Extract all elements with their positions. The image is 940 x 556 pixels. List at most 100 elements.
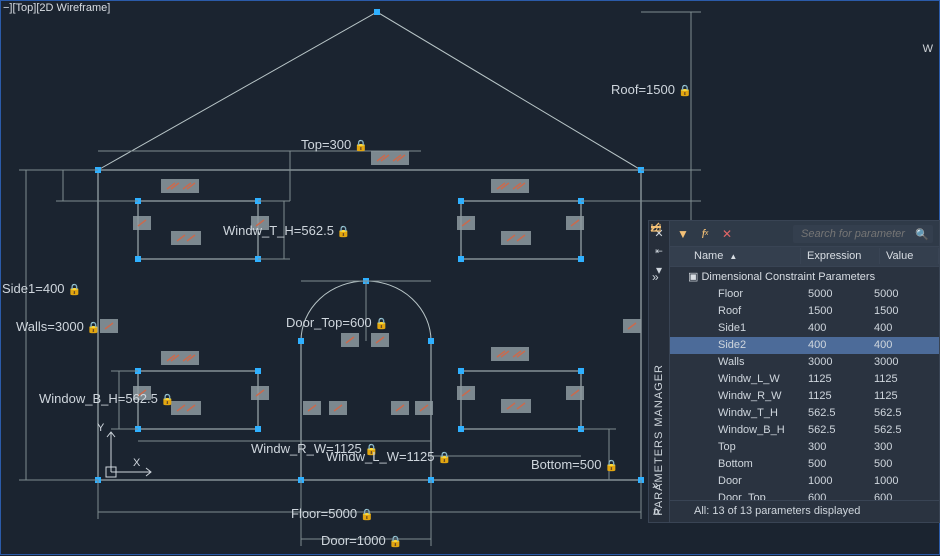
window-top-right	[461, 201, 581, 259]
search-box[interactable]: 🔍	[793, 225, 933, 243]
param-row-bottom[interactable]: Bottom500500	[670, 456, 939, 473]
param-row-door_top[interactable]: Door_Top600600	[670, 490, 939, 500]
param-value: 300	[874, 441, 939, 453]
param-expr: 562.5	[808, 407, 874, 419]
search-input[interactable]	[799, 227, 915, 241]
col-expression[interactable]: Expression	[801, 248, 880, 264]
dim-side1[interactable]: Side1=400🔒	[2, 281, 81, 296]
filter-icon[interactable]: ▼	[676, 227, 690, 241]
parameter-rows: Floor50005000Roof15001500Side1400400Side…	[670, 286, 939, 500]
param-expr: 562.5	[808, 424, 874, 436]
param-icon	[700, 441, 714, 453]
panel-status: All: 13 of 13 parameters displayed	[670, 500, 939, 522]
dim-win-bh[interactable]: Window_B_H=562.5🔒	[39, 391, 175, 406]
param-name: Floor	[718, 288, 808, 300]
col-name[interactable]: Name	[694, 250, 723, 262]
dim-door[interactable]: Door=1000🔒	[321, 533, 402, 548]
param-expr: 300	[808, 441, 874, 453]
param-icon	[700, 322, 714, 334]
param-name: Roof	[718, 305, 808, 317]
delete-icon[interactable]: ✕	[720, 227, 734, 241]
param-value: 400	[874, 322, 939, 334]
param-row-window_b_h[interactable]: Window_B_H562.5562.5	[670, 422, 939, 439]
dim-win-th[interactable]: Windw_T_H=562.5🔒	[223, 223, 351, 238]
param-value: 1125	[874, 373, 939, 385]
param-name: Door_Top	[718, 492, 808, 500]
param-value: 1125	[874, 390, 939, 402]
param-value: 500	[874, 458, 939, 470]
param-row-roof[interactable]: Roof15001500	[670, 303, 939, 320]
param-name: Windw_R_W	[718, 390, 808, 402]
svg-text:X: X	[133, 457, 141, 469]
dim-walls[interactable]: Walls=3000🔒	[16, 319, 101, 334]
param-row-side2[interactable]: Side2400400	[670, 337, 939, 354]
param-icon	[700, 424, 714, 436]
dim-bottom[interactable]: Bottom=500🔒	[531, 457, 618, 472]
pin-icon[interactable]: ⇤	[655, 246, 663, 257]
param-expr: 500	[808, 458, 874, 470]
drawing-viewport[interactable]: −][Top][2D Wireframe] W	[0, 0, 940, 555]
param-value: 3000	[874, 356, 939, 368]
dim-door-top[interactable]: Door_Top=600🔒	[286, 315, 388, 330]
param-value: 5000	[874, 288, 939, 300]
param-expr: 400	[808, 322, 874, 334]
expand-bottom-icon[interactable]: »	[652, 478, 659, 492]
param-icon	[700, 305, 714, 317]
dim-top[interactable]: Top=300🔒	[301, 137, 368, 152]
param-expr: 5000	[808, 288, 874, 300]
fx-icon[interactable]: fx	[653, 507, 661, 518]
parameters-manager-panel[interactable]: ✕ ⇤ ▾ PARAMETERS MANAGER fx » » ▼ fx ✕ 🔍…	[648, 220, 940, 523]
dim-win-lw[interactable]: Windw_L_W=1125🔒	[326, 449, 451, 464]
param-row-walls[interactable]: Walls30003000	[670, 354, 939, 371]
fx-new-icon[interactable]: fx	[698, 227, 712, 241]
param-name: Side2	[718, 339, 808, 351]
search-icon: 🔍	[915, 228, 929, 241]
param-name: Door	[718, 475, 808, 487]
param-row-windw_l_w[interactable]: Windw_L_W11251125	[670, 371, 939, 388]
param-icon	[700, 356, 714, 368]
param-icon	[700, 288, 714, 300]
svg-text:Y: Y	[97, 422, 105, 434]
param-expr: 1000	[808, 475, 874, 487]
panel-toolbar: ▼ fx ✕ 🔍	[670, 221, 939, 246]
param-value: 562.5	[874, 407, 939, 419]
param-name: Walls	[718, 356, 808, 368]
panel-title: PARAMETERS MANAGER	[653, 364, 665, 516]
param-name: Bottom	[718, 458, 808, 470]
param-expr: 1125	[808, 373, 874, 385]
roof-line	[98, 12, 641, 170]
param-value: 1000	[874, 475, 939, 487]
param-row-windw_t_h[interactable]: Windw_T_H562.5562.5	[670, 405, 939, 422]
param-name: Side1	[718, 322, 808, 334]
param-row-side1[interactable]: Side1400400	[670, 320, 939, 337]
param-value: 562.5	[874, 424, 939, 436]
param-row-top[interactable]: Top300300	[670, 439, 939, 456]
param-icon	[700, 407, 714, 419]
param-expr: 3000	[808, 356, 874, 368]
param-icon	[700, 458, 714, 470]
param-name: Windw_T_H	[718, 407, 808, 419]
param-icon	[700, 373, 714, 385]
table-header[interactable]: Name▲ Expression Value	[670, 246, 939, 266]
param-expr: 400	[808, 339, 874, 351]
param-row-floor[interactable]: Floor50005000	[670, 286, 939, 303]
expand-top-icon[interactable]: »	[652, 270, 659, 284]
param-row-door[interactable]: Door10001000	[670, 473, 939, 490]
param-value: 1500	[874, 305, 939, 317]
param-expr: 600	[808, 492, 874, 500]
dim-floor[interactable]: Floor=5000🔒	[291, 506, 374, 521]
constraint-markers	[100, 151, 641, 415]
param-icon	[700, 339, 714, 351]
param-name: Windw_L_W	[718, 373, 808, 385]
group-header[interactable]: ▣ Dimensional Constraint Parameters	[670, 267, 939, 286]
dim-roof[interactable]: Roof=1500🔒	[611, 82, 692, 97]
panel-sidebar: ✕ ⇤ ▾ PARAMETERS MANAGER	[649, 221, 670, 522]
col-value[interactable]: Value	[880, 248, 939, 264]
param-value: 600	[874, 492, 939, 500]
param-icon	[700, 475, 714, 487]
param-name: Top	[718, 441, 808, 453]
param-name: Window_B_H	[718, 424, 808, 436]
param-icon	[700, 492, 714, 500]
param-value: 400	[874, 339, 939, 351]
param-row-windw_r_w[interactable]: Windw_R_W11251125	[670, 388, 939, 405]
